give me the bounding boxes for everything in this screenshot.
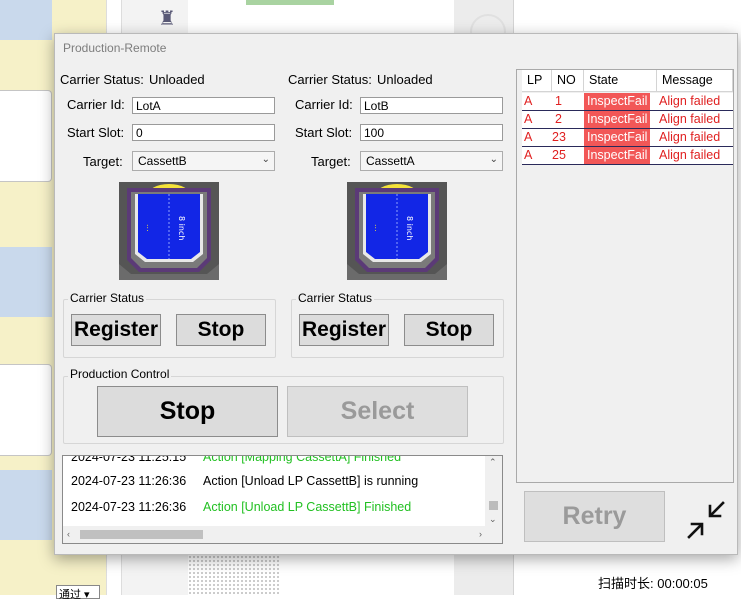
target-select-value: CassettB (138, 154, 187, 168)
log-time: 2024-07-23 11:26:36 (71, 500, 187, 514)
scroll-up-icon[interactable]: ⌃ (489, 457, 497, 468)
scan-duration-value: 00:00:05 (657, 576, 708, 591)
log-time: 2024-07-23 11:25:15 (71, 455, 187, 464)
bg-combo-value: 通过 (59, 589, 81, 601)
bg-green-bar (246, 0, 334, 5)
bg-card (0, 90, 52, 182)
bg-blue-block (0, 470, 52, 540)
bg-combo-box[interactable]: 通过 ▾ (56, 585, 100, 601)
grid-header-lp[interactable]: LP (522, 70, 552, 92)
cell-state: InspectFail (584, 129, 651, 146)
bg-dotted-area (188, 555, 280, 595)
cell-no: 1 (555, 94, 562, 108)
target-select[interactable]: CassettB ⌄ (132, 151, 275, 171)
horizontal-scrollbar[interactable]: ‹ › (63, 526, 502, 543)
carrier-id-label: Carrier Id: (67, 97, 125, 112)
register-button[interactable]: Register (299, 314, 389, 346)
carrier-status-value: Unloaded (149, 72, 205, 87)
table-row[interactable]: A 25 InspectFail Align failed (522, 147, 733, 165)
register-button[interactable]: Register (71, 314, 161, 346)
log-list[interactable]: 2024-07-23 11:25:15 Action [Mapping Casse… (62, 455, 503, 544)
scroll-left-icon[interactable]: ‹ (67, 529, 70, 539)
grid-header-message[interactable]: Message (657, 70, 733, 92)
scan-duration-label: 扫描时长: (598, 576, 654, 591)
log-entry: 2024-07-23 11:26:36 Action [Unload LP Cas… (71, 474, 418, 488)
log-message: Action [Mapping CassettA] Finished (203, 455, 402, 464)
cell-message: Align failed (659, 112, 721, 126)
cell-message: Align failed (659, 130, 721, 144)
cassette-size-text: 8 inch (177, 216, 186, 240)
production-select-button[interactable]: Select (287, 386, 468, 437)
cell-state: InspectFail (584, 93, 651, 110)
bg-blue-block (0, 0, 52, 40)
start-slot-label: Start Slot: (295, 125, 353, 140)
carrier-status-label: Carrier Status: (288, 72, 372, 87)
carrier-id-input[interactable]: LotA (132, 97, 275, 114)
start-slot-input[interactable]: 100 (360, 124, 503, 141)
target-select[interactable]: CassettA ⌄ (360, 151, 503, 171)
chess-icon: ♜ (158, 8, 176, 30)
result-grid[interactable]: LP NO State Message A 1 InspectFail Alig… (516, 69, 734, 483)
table-row[interactable]: A 1 InspectFail Align failed (522, 93, 733, 111)
svg-text:...: ... (145, 224, 154, 232)
carrier-status-label: Carrier Status: (60, 72, 144, 87)
cell-state: InspectFail (584, 111, 651, 128)
production-control-title: Production Control (68, 367, 172, 381)
production-remote-dialog: Production-Remote Carrier Status: Unload… (54, 33, 738, 555)
cell-no: 2 (555, 112, 562, 126)
scroll-right-icon[interactable]: › (479, 529, 482, 539)
start-slot-label: Start Slot: (67, 125, 125, 140)
target-label: Target: (311, 154, 351, 169)
bg-blue-block (0, 247, 52, 317)
cassette-image: ... 8 inch (119, 182, 219, 280)
grid-header-no[interactable]: NO (552, 70, 584, 92)
carrier-status-group-title: Carrier Status (68, 291, 147, 305)
log-message: Action [Unload LP CassettB] is running (203, 474, 419, 488)
log-entry: 2024-07-23 11:25:15 Action [Mapping Casse… (71, 455, 402, 464)
carrier-id-label: Carrier Id: (295, 97, 353, 112)
grid-header-state[interactable]: State (584, 70, 657, 92)
cell-lp: A (524, 112, 533, 126)
cell-no: 25 (552, 148, 566, 162)
retry-button[interactable]: Retry (524, 491, 665, 542)
cassette-size-text: 8 inch (405, 216, 414, 240)
cell-state: InspectFail (584, 147, 651, 164)
start-slot-input[interactable]: 0 (132, 124, 275, 141)
shrink-arrows-icon[interactable] (683, 497, 729, 543)
stop-button[interactable]: Stop (176, 314, 266, 346)
table-row[interactable]: A 2 InspectFail Align failed (522, 111, 733, 129)
bg-card (0, 364, 52, 456)
svg-text:...: ... (373, 224, 382, 232)
carrier-status-group-title: Carrier Status (296, 291, 375, 305)
vertical-scrollbar[interactable]: ⌃ ⌄ (485, 456, 502, 528)
carrier-status-value: Unloaded (377, 72, 433, 87)
cell-lp: A (524, 130, 533, 144)
log-message: Action [Unload LP CassettB] Finished (203, 500, 412, 514)
log-time: 2024-07-23 11:26:36 (71, 474, 187, 488)
production-stop-button[interactable]: Stop (97, 386, 278, 437)
cell-lp: A (524, 148, 533, 162)
cell-message: Align failed (659, 94, 721, 108)
cassette-image: ... 8 inch (347, 182, 447, 280)
chevron-down-icon: ⌄ (489, 154, 498, 165)
cell-message: Align failed (659, 148, 721, 162)
carrier-id-input[interactable]: LotB (360, 97, 503, 114)
scroll-down-icon[interactable]: ⌄ (489, 514, 497, 525)
cell-lp: A (524, 94, 533, 108)
target-select-value: CassettA (366, 154, 415, 168)
dialog-title: Production-Remote (63, 41, 167, 55)
cell-no: 23 (552, 130, 566, 144)
target-label: Target: (83, 154, 123, 169)
scan-duration: 扫描时长: 00:00:05 (598, 573, 708, 592)
table-row[interactable]: A 23 InspectFail Align failed (522, 129, 733, 147)
log-entry: 2024-07-23 11:26:36 Action [Unload LP Cas… (71, 500, 411, 514)
scroll-thumb[interactable] (489, 501, 498, 510)
chevron-down-icon: ⌄ (261, 154, 270, 165)
scroll-thumb[interactable] (80, 530, 203, 539)
stop-button[interactable]: Stop (404, 314, 494, 346)
